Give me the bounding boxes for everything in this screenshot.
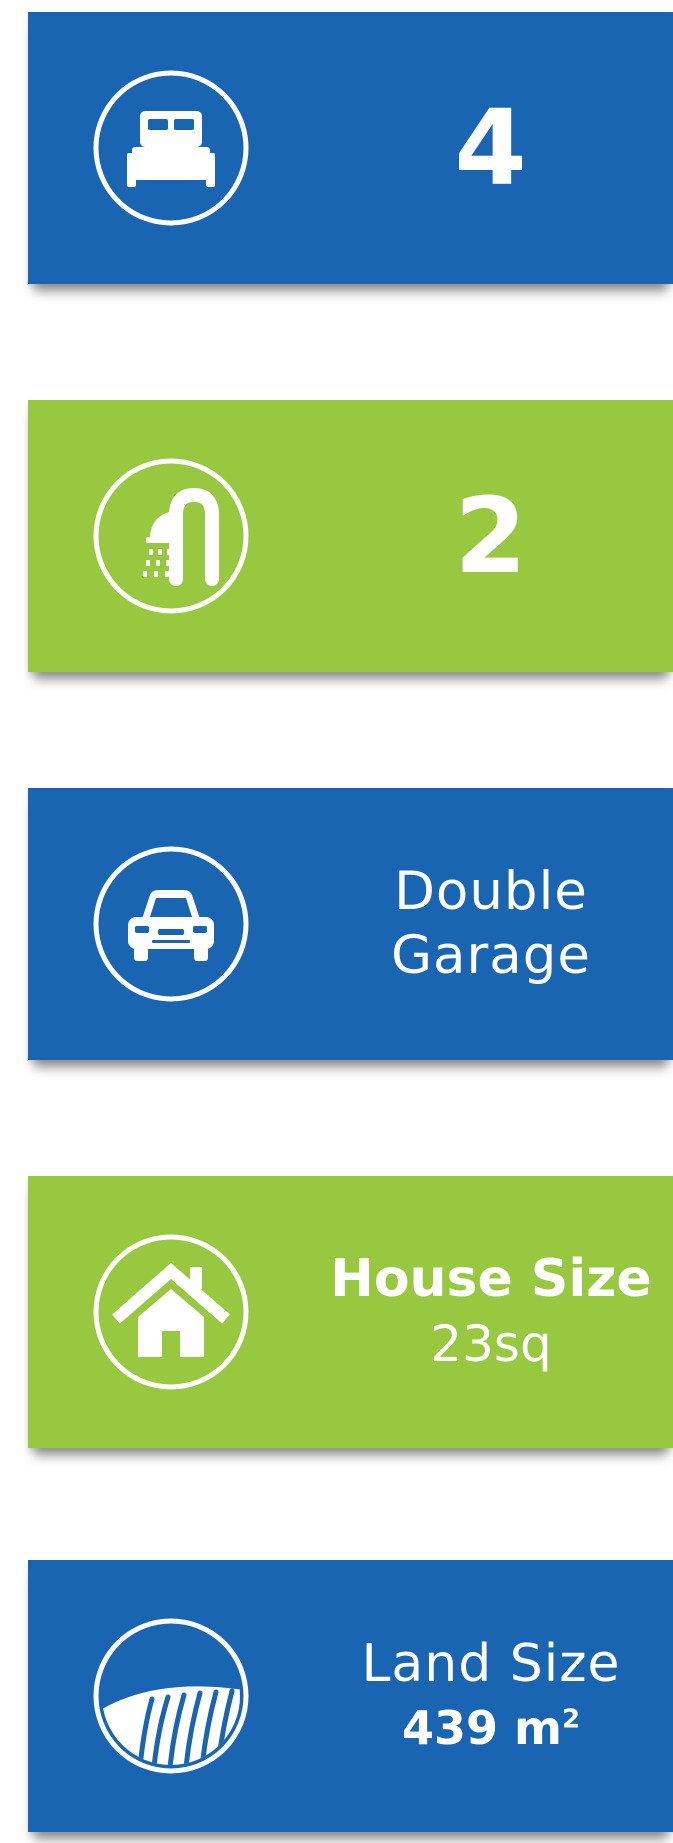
bedrooms-count: 4 — [454, 87, 528, 209]
bed-icon — [92, 69, 250, 227]
house-size-card: House Size 23sq — [28, 1176, 673, 1448]
garage-card: Double Garage — [28, 788, 673, 1060]
garage-line-1: Double — [394, 861, 588, 923]
land-size-number: 439 m — [401, 1701, 562, 1756]
shower-icon — [92, 457, 250, 615]
house-icon — [92, 1233, 250, 1391]
bathrooms-card: 2 — [28, 400, 673, 672]
house-size-value: 23sq — [430, 1315, 552, 1373]
bedrooms-card: 4 — [28, 12, 673, 284]
car-icon — [92, 845, 250, 1003]
land-icon — [92, 1617, 250, 1775]
house-size-label: House Size — [330, 1249, 652, 1309]
bathrooms-count: 2 — [454, 475, 528, 597]
land-size-value: 439 m2 — [402, 1697, 580, 1759]
land-size-card: Land Size 439 m2 — [28, 1560, 673, 1832]
land-size-label: Land Size — [361, 1634, 621, 1695]
land-size-unit-superscript: 2 — [561, 1705, 581, 1736]
garage-line-2: Garage — [390, 925, 592, 986]
